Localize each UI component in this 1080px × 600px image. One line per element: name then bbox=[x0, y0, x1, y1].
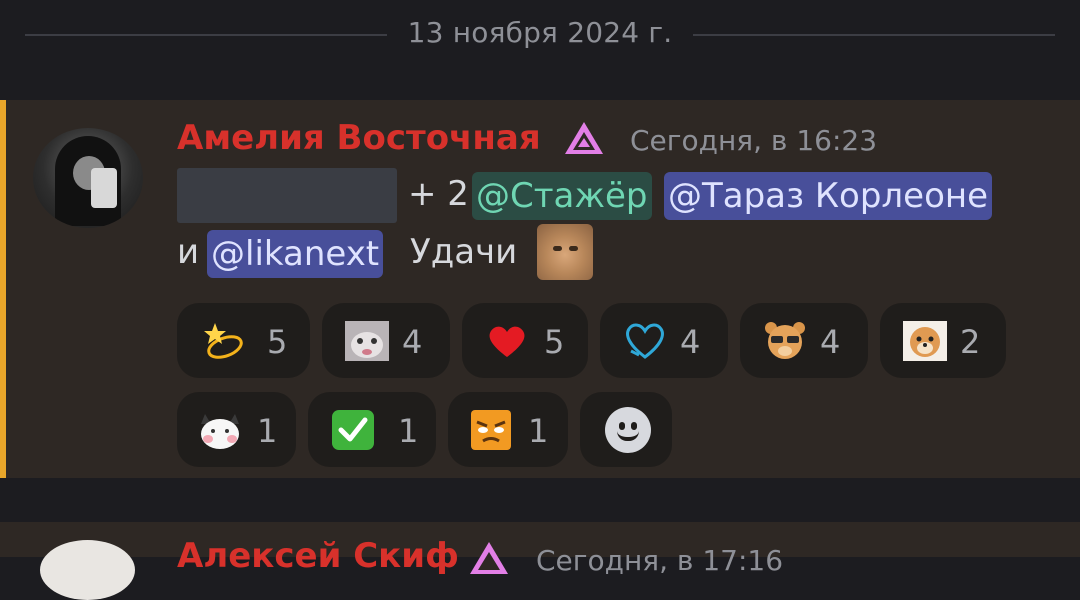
reaction-count: 2 bbox=[960, 323, 981, 361]
reaction-count: 1 bbox=[528, 412, 549, 450]
user-mention-taraz[interactable]: @Тараз Корлеоне bbox=[664, 172, 993, 220]
bear-sunglasses-icon bbox=[762, 319, 808, 363]
role-triangle-icon[interactable] bbox=[563, 120, 605, 156]
smile-icon bbox=[605, 407, 651, 453]
reaction-count: 1 bbox=[398, 412, 419, 450]
date-separator: 13 ноября 2024 г. bbox=[0, 0, 1080, 72]
reaction-bear[interactable]: 4 bbox=[740, 303, 868, 378]
angry-face-icon bbox=[468, 408, 514, 452]
avatar-next[interactable] bbox=[40, 540, 135, 600]
blue-heart-icon bbox=[622, 319, 668, 363]
add-reaction-button[interactable] bbox=[580, 392, 672, 467]
cat-blush-icon bbox=[197, 408, 243, 452]
message-timestamp[interactable]: Сегодня, в 16:23 bbox=[630, 124, 877, 157]
reaction-crying-cat[interactable]: 4 bbox=[322, 303, 450, 378]
check-mark-icon bbox=[330, 408, 376, 452]
reaction-dizzy[interactable]: 5 bbox=[177, 303, 310, 378]
reaction-red-heart[interactable]: 5 bbox=[462, 303, 588, 378]
mention-highlight-bar bbox=[0, 100, 6, 478]
author-name[interactable]: Амелия Восточная bbox=[177, 118, 541, 158]
reaction-pomeranian[interactable]: 2 bbox=[880, 303, 1006, 378]
cat-emoji-icon[interactable] bbox=[537, 224, 593, 280]
date-label: 13 ноября 2024 г. bbox=[407, 16, 673, 49]
reaction-blue-heart[interactable]: 4 bbox=[600, 303, 728, 378]
message-text-and: и bbox=[177, 232, 200, 272]
reaction-count: 5 bbox=[267, 323, 288, 361]
separator-line-right bbox=[693, 34, 1055, 36]
reaction-count: 1 bbox=[257, 412, 278, 450]
reaction-cat-blush[interactable]: 1 bbox=[177, 392, 296, 467]
red-heart-icon bbox=[484, 319, 530, 363]
message-text-plus: + 2 bbox=[408, 174, 469, 214]
avatar[interactable] bbox=[33, 128, 143, 228]
reaction-count: 4 bbox=[402, 323, 423, 361]
role-triangle-icon-next[interactable] bbox=[468, 540, 510, 576]
message-text-tail: Удачи bbox=[410, 232, 518, 272]
reaction-count: 5 bbox=[544, 323, 565, 361]
reaction-count: 4 bbox=[820, 323, 841, 361]
dizzy-star-icon bbox=[199, 319, 245, 363]
reaction-check[interactable]: 1 bbox=[308, 392, 436, 467]
redacted-text-block bbox=[177, 168, 397, 223]
role-mention-stazher[interactable]: @Стажёр bbox=[472, 172, 652, 220]
message-timestamp-next[interactable]: Сегодня, в 17:16 bbox=[536, 544, 783, 577]
user-mention-likanext[interactable]: @likanext bbox=[207, 230, 384, 278]
reaction-angry-face[interactable]: 1 bbox=[448, 392, 568, 467]
pomeranian-dog-icon bbox=[902, 319, 948, 363]
author-name-next[interactable]: Алексей Скиф bbox=[177, 536, 459, 576]
crying-cat-icon bbox=[344, 319, 390, 363]
reaction-count: 4 bbox=[680, 323, 701, 361]
